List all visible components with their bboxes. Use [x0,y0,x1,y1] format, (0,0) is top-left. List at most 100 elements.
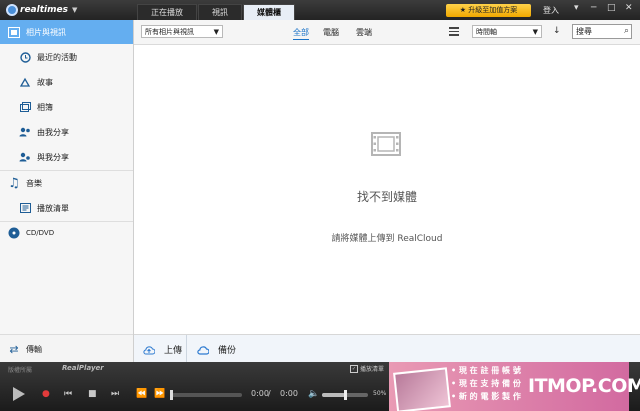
brand-text: 版權所屬 [8,367,33,374]
minimize-icon[interactable]: ─ [591,3,596,13]
sidebar-item-shared-with-me[interactable]: 與我分享 [0,145,133,169]
story-icon [19,76,31,88]
volume-percent: 50% [373,390,387,397]
library-content: 找不到媒體 請將媒體上傳到 RealCloud [134,45,640,332]
volume-fill [322,393,345,397]
action-bar: 上傳 備份 [134,334,640,363]
sidebar-item-playlists[interactable]: 播放清單 [0,196,133,220]
sidebar-item-label: 故事 [37,77,53,87]
volume-handle[interactable] [344,390,347,400]
sidebar-item-music[interactable]: ♫ 音樂 [0,171,133,195]
playlist-toggle[interactable]: ✓ 播放清單 [350,364,384,373]
cloud-icon [197,345,209,355]
sidebar-item-shared-by-me[interactable]: 由我分享 [0,120,133,144]
filter-computer[interactable]: 電腦 [323,27,339,38]
sidebar-item-label: CD/DVD [26,229,55,237]
sidebar-item-cd-dvd[interactable]: CD/DVD [0,221,133,245]
speaker-icon[interactable]: 🔈 [308,389,319,399]
previous-icon[interactable]: ⏮ [64,389,72,399]
media-filter-dropdown[interactable]: 所有相片與視訊 ▼ [141,25,223,38]
realplayer-logo: RealPlayer [62,364,104,372]
album-icon [19,101,31,113]
maximize-icon[interactable]: □ [607,3,616,13]
search-icon[interactable]: ⌕ [624,25,629,38]
record-icon[interactable]: ● [42,389,50,399]
promo-line-3: • 新 的 電 影 製 作 [451,392,521,401]
search-input[interactable]: 搜尋 ⌕ [572,24,632,39]
signin-link[interactable]: 登入 [543,5,559,16]
stop-icon[interactable]: ■ [88,389,97,399]
real-logo-icon [6,4,18,16]
promo-line-1: • 現 在 註 冊 帳 號 [451,366,521,375]
time-current: 0:00 [251,389,269,398]
upgrade-label: 升級至加值方案 [468,6,518,14]
sidebar-item-stories[interactable]: 故事 [0,70,133,94]
tab-now-playing[interactable]: 正在播放 [137,4,197,21]
sidebar-item-photos-videos[interactable]: 相片與視訊 [0,20,133,44]
sidebar-item-label: 音樂 [26,178,42,188]
playlist-label: 播放清單 [360,366,385,373]
filter-all[interactable]: 全部 [293,27,309,40]
title-bar: realtimes ▼ 正在播放 視訊 媒體櫃 ★ 升級至加值方案 登入 ▾ ─… [0,0,640,21]
music-note-icon: ♫ [8,175,20,191]
empty-state-title: 找不到媒體 [356,190,417,204]
upload-button[interactable]: 上傳 [143,343,182,356]
sort-dropdown[interactable]: 時間軸 ▼ [472,25,542,38]
backup-label: 備份 [218,346,237,356]
transfer-button[interactable]: ⇄ 傳輸 [0,334,133,363]
upload-label: 上傳 [164,346,183,356]
chevron-down-icon: ▼ [532,28,538,36]
sidebar-item-albums[interactable]: 相簿 [0,95,133,119]
sidebar-item-label: 相片與視訊 [26,27,66,37]
sidebar-item-label: 播放清單 [37,203,69,213]
action-divider [186,335,187,363]
seek-slider[interactable] [170,390,242,400]
media-filter-value: 所有相片與視訊 [145,28,194,36]
logo-text: realtimes [20,5,68,15]
backup-button[interactable]: 備份 [197,343,236,356]
seek-handle[interactable] [170,390,173,400]
time-separator: / [268,389,271,398]
tab-video[interactable]: 視訊 [198,4,242,21]
checkbox-icon: ✓ [350,364,358,373]
search-placeholder: 搜尋 [576,27,592,36]
sidebar-item-label: 最近的活動 [37,52,77,62]
shared-with-me-icon [19,151,31,163]
sidebar: 相片與視訊 最近的活動 故事 相簿 由我分享 與我分享 ♫ 音樂 播放清單 CD… [0,20,134,363]
sort-direction-icon[interactable]: ↓ [553,26,561,36]
playlist-icon [19,202,31,214]
disc-icon [8,227,20,239]
time-total: 0:00 [280,389,298,398]
film-strip-icon [371,132,401,156]
menu-arrow-icon[interactable]: ▾ [574,3,579,13]
realtimes-logo[interactable]: realtimes ▼ [6,3,77,17]
main-tabs: 正在播放 視訊 媒體櫃 [137,4,296,21]
sidebar-item-recent[interactable]: 最近的活動 [0,45,133,69]
sort-value: 時間軸 [476,28,497,36]
cloud-upload-icon [143,345,155,354]
sidebar-item-label: 與我分享 [37,152,69,162]
clock-icon [19,51,31,63]
filter-cloud[interactable]: 雲端 [356,27,372,38]
upgrade-button[interactable]: ★ 升級至加值方案 [446,4,531,17]
chevron-down-icon[interactable]: ▼ [72,6,77,14]
promo-line-2: • 現 在 支 持 備 份 [451,379,521,388]
shared-by-me-icon [19,126,31,138]
sidebar-item-label: 相簿 [37,102,53,112]
rewind-icon[interactable]: ⏪ [136,389,147,399]
play-icon[interactable] [10,386,26,402]
library-toolbar: 所有相片與視訊 ▼ 全部 電腦 雲端 時間軸 ▼ ↓ 搜尋 ⌕ [134,20,640,45]
tab-library[interactable]: 媒體櫃 [243,4,295,21]
list-menu-icon[interactable] [449,27,459,36]
promo-photo [393,367,451,411]
close-icon[interactable]: ✕ [625,3,633,13]
transfer-label: 傳輸 [26,344,42,354]
chevron-down-icon: ▼ [213,28,219,36]
volume-slider[interactable] [322,390,368,400]
sidebar-item-label: 由我分享 [37,127,69,137]
next-icon[interactable]: ⏭ [111,389,119,399]
photos-videos-icon [8,26,20,38]
fast-forward-icon[interactable]: ⏩ [154,389,165,399]
empty-state-subtitle: 請將媒體上傳到 RealCloud [331,234,443,244]
transfer-arrows-icon: ⇄ [9,342,19,356]
